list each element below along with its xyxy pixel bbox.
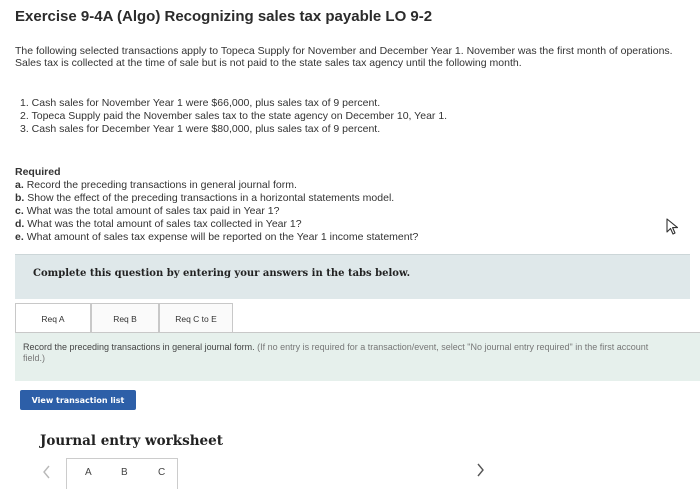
required-item-text: Record the preceding transactions in gen… [26, 179, 297, 191]
page-tab-b[interactable]: B [121, 467, 128, 478]
required-item-letter: a. [15, 179, 24, 191]
page-tab-a[interactable]: A [85, 467, 92, 478]
required-item-letter: b. [15, 192, 25, 204]
page-tab-c[interactable]: C [158, 467, 165, 478]
chevron-right-icon[interactable] [473, 460, 489, 480]
mouse-pointer-icon [666, 218, 679, 235]
worksheet-title: Journal entry worksheet [40, 433, 223, 449]
required-item-text: Show the effect of the preceding transac… [27, 192, 395, 204]
tab-req-b[interactable]: Req B [91, 303, 159, 333]
required-item-letter: e. [15, 231, 24, 243]
required-item-letter: c. [15, 205, 24, 217]
tab-instruction-text: Record the preceding transactions in gen… [23, 342, 255, 352]
required-item: a. Record the preceding transactions in … [15, 179, 675, 192]
chevron-left-icon[interactable] [38, 462, 56, 482]
worksheet-pager: A B C [30, 458, 500, 492]
required-section: Required a. Record the preceding transac… [15, 166, 675, 244]
required-item: d. What was the total amount of sales ta… [15, 218, 675, 231]
required-item-text: What was the total amount of sales tax p… [26, 205, 280, 217]
tab-req-a[interactable]: Req A [15, 303, 91, 333]
tab-bar: Req A Req B Req C to E [15, 303, 233, 333]
required-item-text: What was the total amount of sales tax c… [27, 218, 302, 230]
transaction-item: 1. Cash sales for November Year 1 were $… [20, 97, 381, 109]
worksheet-page-tabs: A B C [66, 458, 178, 489]
exercise-intro: The following selected transactions appl… [15, 45, 673, 69]
exercise-title: Exercise 9-4A (Algo) Recognizing sales t… [15, 8, 433, 25]
required-item: b. Show the effect of the preceding tran… [15, 192, 675, 205]
required-item: c. What was the total amount of sales ta… [15, 205, 675, 218]
tab-panel-instruction: Record the preceding transactions in gen… [23, 342, 663, 364]
tab-panel: Record the preceding transactions in gen… [15, 332, 700, 381]
required-heading: Required [15, 166, 61, 178]
transaction-list: 1. Cash sales for November Year 1 were $… [20, 97, 680, 136]
instruction-box: Complete this question by entering your … [15, 254, 690, 299]
required-item: e. What amount of sales tax expense will… [15, 231, 675, 244]
tab-req-c-to-e[interactable]: Req C to E [159, 303, 233, 333]
view-transaction-list-button[interactable]: View transaction list [20, 390, 136, 410]
required-item-letter: d. [15, 218, 25, 230]
transaction-item: 2. Topeca Supply paid the November sales… [20, 110, 448, 122]
transaction-item: 3. Cash sales for December Year 1 were $… [20, 123, 381, 135]
required-item-text: What amount of sales tax expense will be… [26, 231, 419, 243]
instruction-text: Complete this question by entering your … [33, 268, 411, 279]
